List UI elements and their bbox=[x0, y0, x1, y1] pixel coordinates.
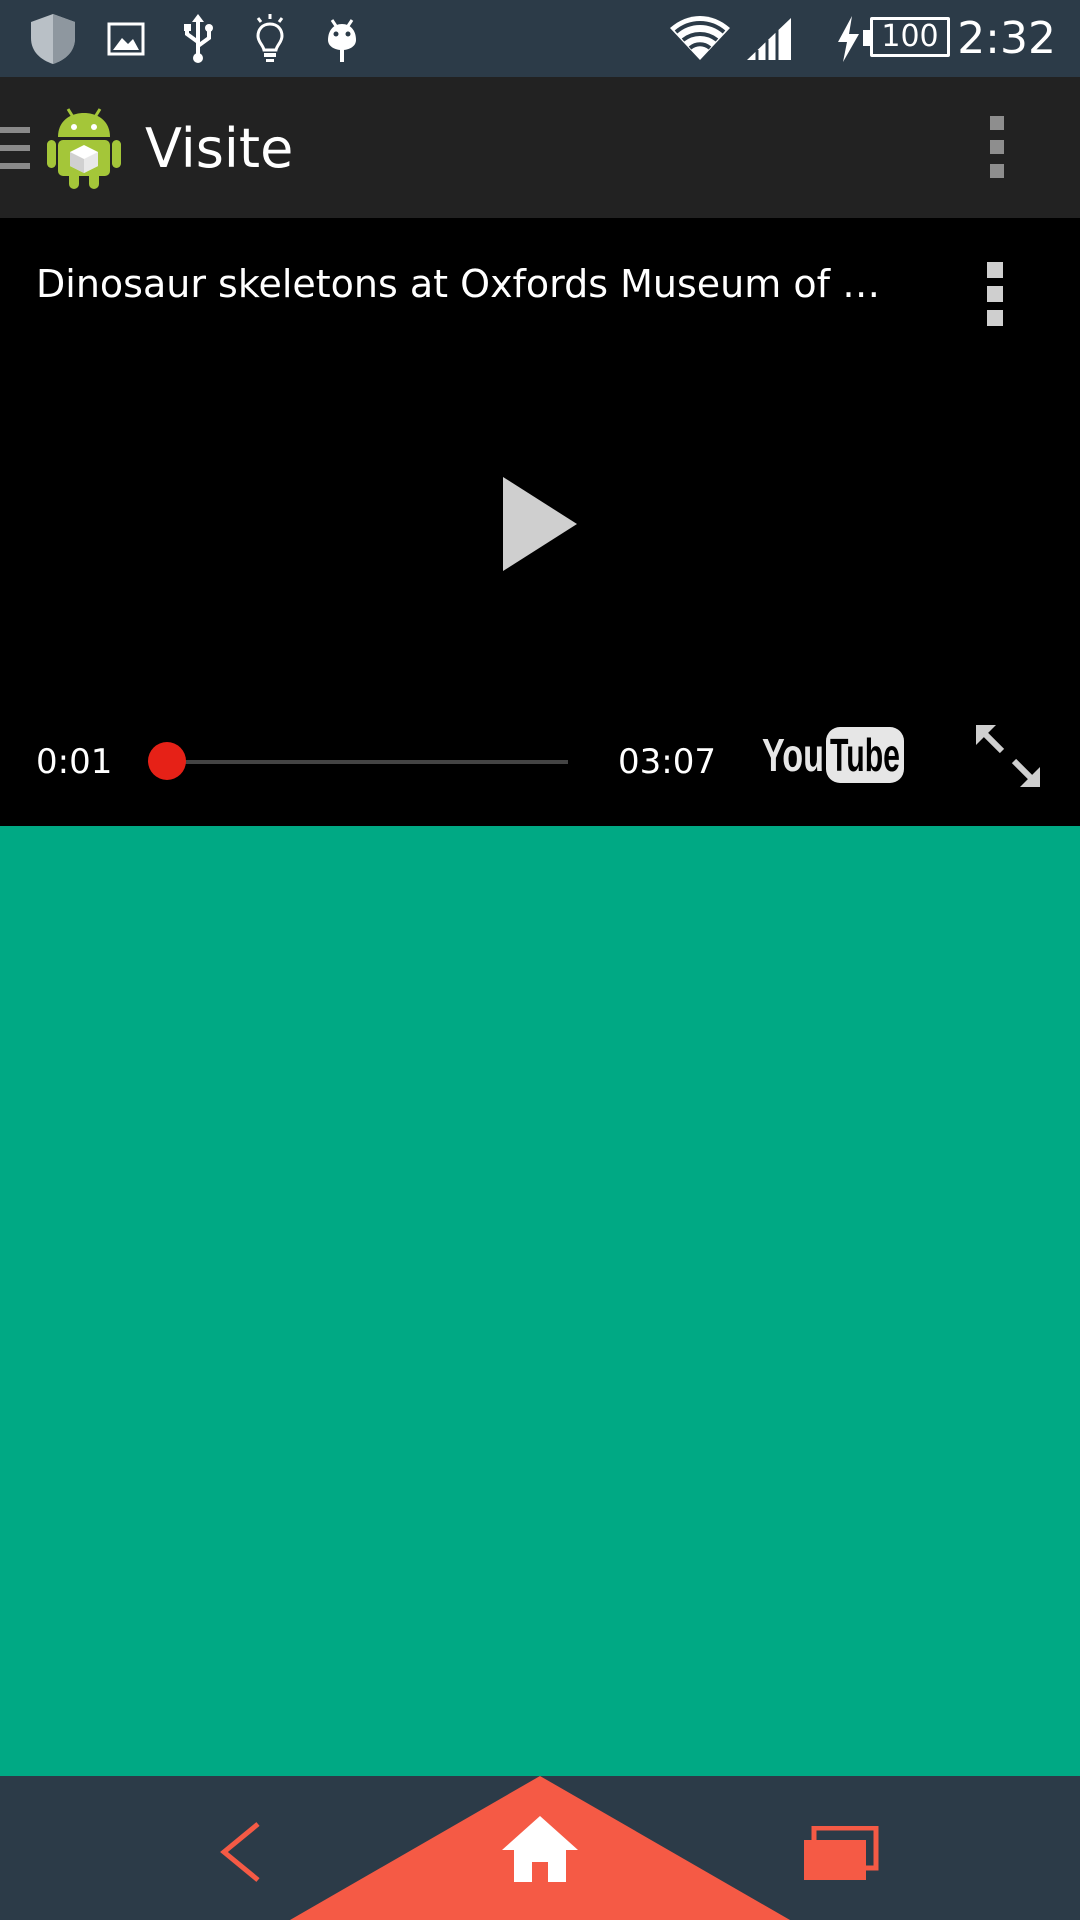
drawer-icon[interactable] bbox=[0, 125, 30, 171]
play-icon[interactable] bbox=[500, 474, 580, 574]
video-title[interactable]: Dinosaur skeletons at Oxfords Museum of … bbox=[36, 260, 896, 308]
android-logo-icon[interactable] bbox=[46, 103, 122, 191]
charging-icon bbox=[838, 16, 859, 62]
progress-thumb[interactable] bbox=[148, 742, 186, 780]
battery-level: 100 bbox=[881, 19, 939, 54]
fullscreen-icon[interactable] bbox=[972, 721, 1044, 791]
usb-icon bbox=[184, 14, 213, 63]
status-bar: 100 2:32 bbox=[0, 0, 1080, 77]
battery-icon: 100 bbox=[863, 17, 950, 57]
content-area bbox=[0, 826, 1080, 1776]
lightbulb-icon bbox=[256, 14, 284, 62]
back-icon[interactable] bbox=[218, 1821, 262, 1883]
youtube-logo-icon[interactable]: You Tube bbox=[760, 723, 906, 787]
svg-text:Tube: Tube bbox=[830, 729, 900, 781]
current-time: 0:01 bbox=[36, 742, 113, 782]
svg-text:You: You bbox=[762, 729, 824, 781]
android-debug-icon bbox=[328, 19, 356, 62]
clock: 2:32 bbox=[957, 13, 1056, 64]
total-time: 03:07 bbox=[618, 742, 716, 782]
app-title: Visite bbox=[145, 117, 294, 180]
navigation-bar bbox=[0, 1776, 1080, 1920]
action-bar: Visite bbox=[0, 77, 1080, 218]
wifi-icon bbox=[670, 16, 730, 60]
progress-bar[interactable] bbox=[148, 742, 568, 780]
recent-apps-icon[interactable] bbox=[800, 1826, 880, 1882]
image-icon bbox=[107, 22, 145, 56]
video-player[interactable]: Dinosaur skeletons at Oxfords Museum of … bbox=[0, 218, 1080, 826]
signal-icon bbox=[747, 18, 791, 60]
shield-icon bbox=[31, 14, 75, 64]
home-icon[interactable] bbox=[500, 1814, 580, 1884]
more-vert-icon[interactable] bbox=[978, 260, 1012, 328]
overflow-menu-icon[interactable] bbox=[980, 114, 1014, 180]
